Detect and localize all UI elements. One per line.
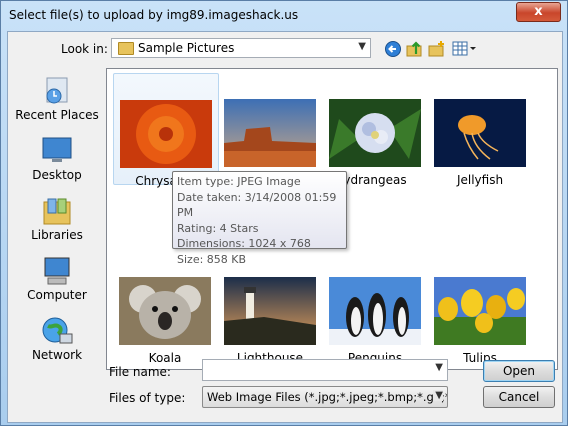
file-item-hydrangeas[interactable]: ydrangeas [323, 73, 427, 187]
file-type-dropdown[interactable]: Web Image Files (*.jpg;*.jpeg;*.bmp;*.gi… [202, 386, 448, 408]
penguins-thumbnail [329, 277, 421, 345]
new-folder-icon[interactable] [428, 40, 446, 58]
place-label: Desktop [32, 168, 82, 182]
file-name-label: File name: [109, 365, 171, 379]
chevron-down-icon: ▼ [358, 41, 366, 52]
cancel-button[interactable]: Cancel [483, 386, 555, 408]
place-label: Network [31, 348, 83, 362]
chrysanthemum-thumbnail [120, 100, 212, 168]
back-icon[interactable] [384, 40, 402, 58]
file-dialog-window: Select file(s) to upload by img89.images… [0, 0, 568, 426]
tooltip-dimensions: Dimensions: 1024 x 768 [177, 237, 311, 250]
file-item-jellyfish[interactable]: Jellyfish [428, 73, 532, 187]
desert-thumbnail [224, 99, 316, 167]
look-in-value: Sample Pictures [138, 41, 235, 55]
file-item-desert[interactable] [218, 73, 322, 183]
title-bar[interactable]: Select file(s) to upload by img89.images… [1, 1, 567, 31]
places-bar: Recent Places Desktop Libraries Computer [10, 70, 104, 368]
libraries-icon [40, 196, 74, 226]
lighthouse-thumbnail [224, 277, 316, 345]
file-type-label: Files of type: [109, 391, 186, 405]
place-recent-places[interactable]: Recent Places [10, 76, 104, 122]
chevron-down-icon[interactable]: ▼ [435, 362, 443, 373]
recent-places-icon [40, 76, 74, 106]
jellyfish-thumbnail [434, 99, 526, 167]
tulips-thumbnail [434, 277, 526, 345]
place-label: Libraries [31, 228, 83, 242]
file-item-chrysanthemum[interactable]: Chrysanth [113, 73, 219, 188]
chevron-down-icon: ▼ [433, 390, 443, 401]
desktop-icon [40, 136, 74, 166]
look-in-dropdown[interactable]: Sample Pictures ▼ [111, 38, 371, 58]
up-folder-icon[interactable] [406, 40, 424, 58]
place-libraries[interactable]: Libraries [10, 196, 104, 242]
tooltip-item-type: Item type: JPEG Image [177, 175, 301, 188]
open-button[interactable]: Open [483, 360, 555, 382]
view-menu-icon[interactable] [452, 40, 478, 58]
file-name: Jellyfish [456, 173, 504, 187]
place-computer[interactable]: Computer [10, 256, 104, 302]
network-icon [40, 316, 74, 346]
computer-icon [40, 256, 74, 286]
place-label: Computer [27, 288, 87, 302]
place-network[interactable]: Network [10, 316, 104, 362]
koala-thumbnail [119, 277, 211, 345]
file-name-input[interactable]: ▼ [202, 359, 448, 381]
close-button[interactable]: x [516, 2, 561, 22]
window-title: Select file(s) to upload by img89.images… [9, 8, 299, 22]
hydrangeas-thumbnail [329, 99, 421, 167]
place-label: Recent Places [15, 108, 99, 122]
look-in-label: Look in: [61, 42, 108, 56]
file-type-value: Web Image Files (*.jpg;*.jpeg;*.bmp;*.gi… [207, 390, 447, 404]
file-info-tooltip: Item type: JPEG Image Date taken: 3/14/2… [172, 171, 347, 266]
place-desktop[interactable]: Desktop [10, 136, 104, 182]
tooltip-date-taken: Date taken: 3/14/2008 01:59 PM [177, 190, 337, 220]
tooltip-rating: Rating: 4 Stars [177, 221, 259, 235]
tooltip-size: Size: 858 KB [177, 252, 247, 266]
folder-icon [118, 42, 134, 55]
